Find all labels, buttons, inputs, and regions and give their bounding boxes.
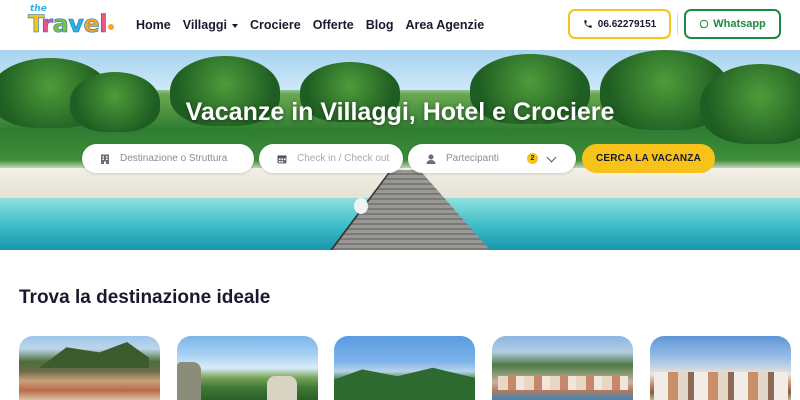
destinations-title: Trova la destinazione ideale — [19, 287, 271, 308]
nav-home[interactable]: Home — [136, 18, 171, 32]
chevron-down-icon — [546, 152, 557, 163]
whatsapp-icon — [699, 19, 709, 29]
destination-card[interactable] — [492, 336, 633, 400]
chevron-down-icon — [231, 23, 238, 28]
nav-villaggi[interactable]: Villaggi — [183, 18, 238, 32]
logo-dot — [108, 24, 114, 30]
date-range-placeholder: Check in / Check out — [297, 153, 390, 164]
whatsapp-button[interactable]: Whatsapp — [684, 9, 781, 39]
destination-card[interactable] — [177, 336, 318, 400]
destination-field[interactable]: Destinazione o Struttura — [82, 144, 254, 173]
hero-title: Vacanze in Villaggi, Hotel e Crociere — [185, 98, 615, 126]
user-icon — [426, 154, 436, 164]
calendar-icon — [277, 155, 287, 163]
participants-label: Partecipanti — [446, 153, 499, 164]
destination-card[interactable] — [19, 336, 160, 400]
phone-label: 06.62279151 — [597, 18, 657, 30]
hero-banner: Vacanze in Villaggi, Hotel e Crociere De… — [0, 50, 800, 250]
building-icon — [101, 154, 109, 164]
nav-blog[interactable]: Blog — [366, 18, 394, 32]
destination-placeholder: Destinazione o Struttura — [120, 153, 228, 164]
destination-card[interactable] — [650, 336, 791, 400]
logo-word: Travel — [28, 10, 108, 39]
nav-crociere[interactable]: Crociere — [250, 18, 301, 32]
whatsapp-label: Whatsapp — [713, 18, 766, 30]
nav-area-agenzie[interactable]: Area Agenzie — [405, 18, 484, 32]
participants-select[interactable]: Partecipanti 2 — [408, 144, 576, 173]
header-divider — [677, 13, 678, 35]
search-button[interactable]: CERCA LA VACANZA — [582, 144, 715, 173]
destination-card[interactable] — [334, 336, 475, 400]
phone-icon — [584, 20, 592, 28]
nav-offerte[interactable]: Offerte — [313, 18, 354, 32]
phone-button[interactable]: 06.62279151 — [568, 9, 671, 39]
date-range-field[interactable]: Check in / Check out — [259, 144, 403, 173]
main-nav: Home Villaggi Crociere Offerte Blog Area… — [136, 0, 496, 50]
participants-count-badge: 2 — [527, 153, 538, 164]
site-header: the Travel Home Villaggi Crociere Offert… — [0, 0, 800, 50]
hero-buoy — [354, 198, 368, 214]
logo[interactable]: the Travel — [28, 4, 114, 44]
